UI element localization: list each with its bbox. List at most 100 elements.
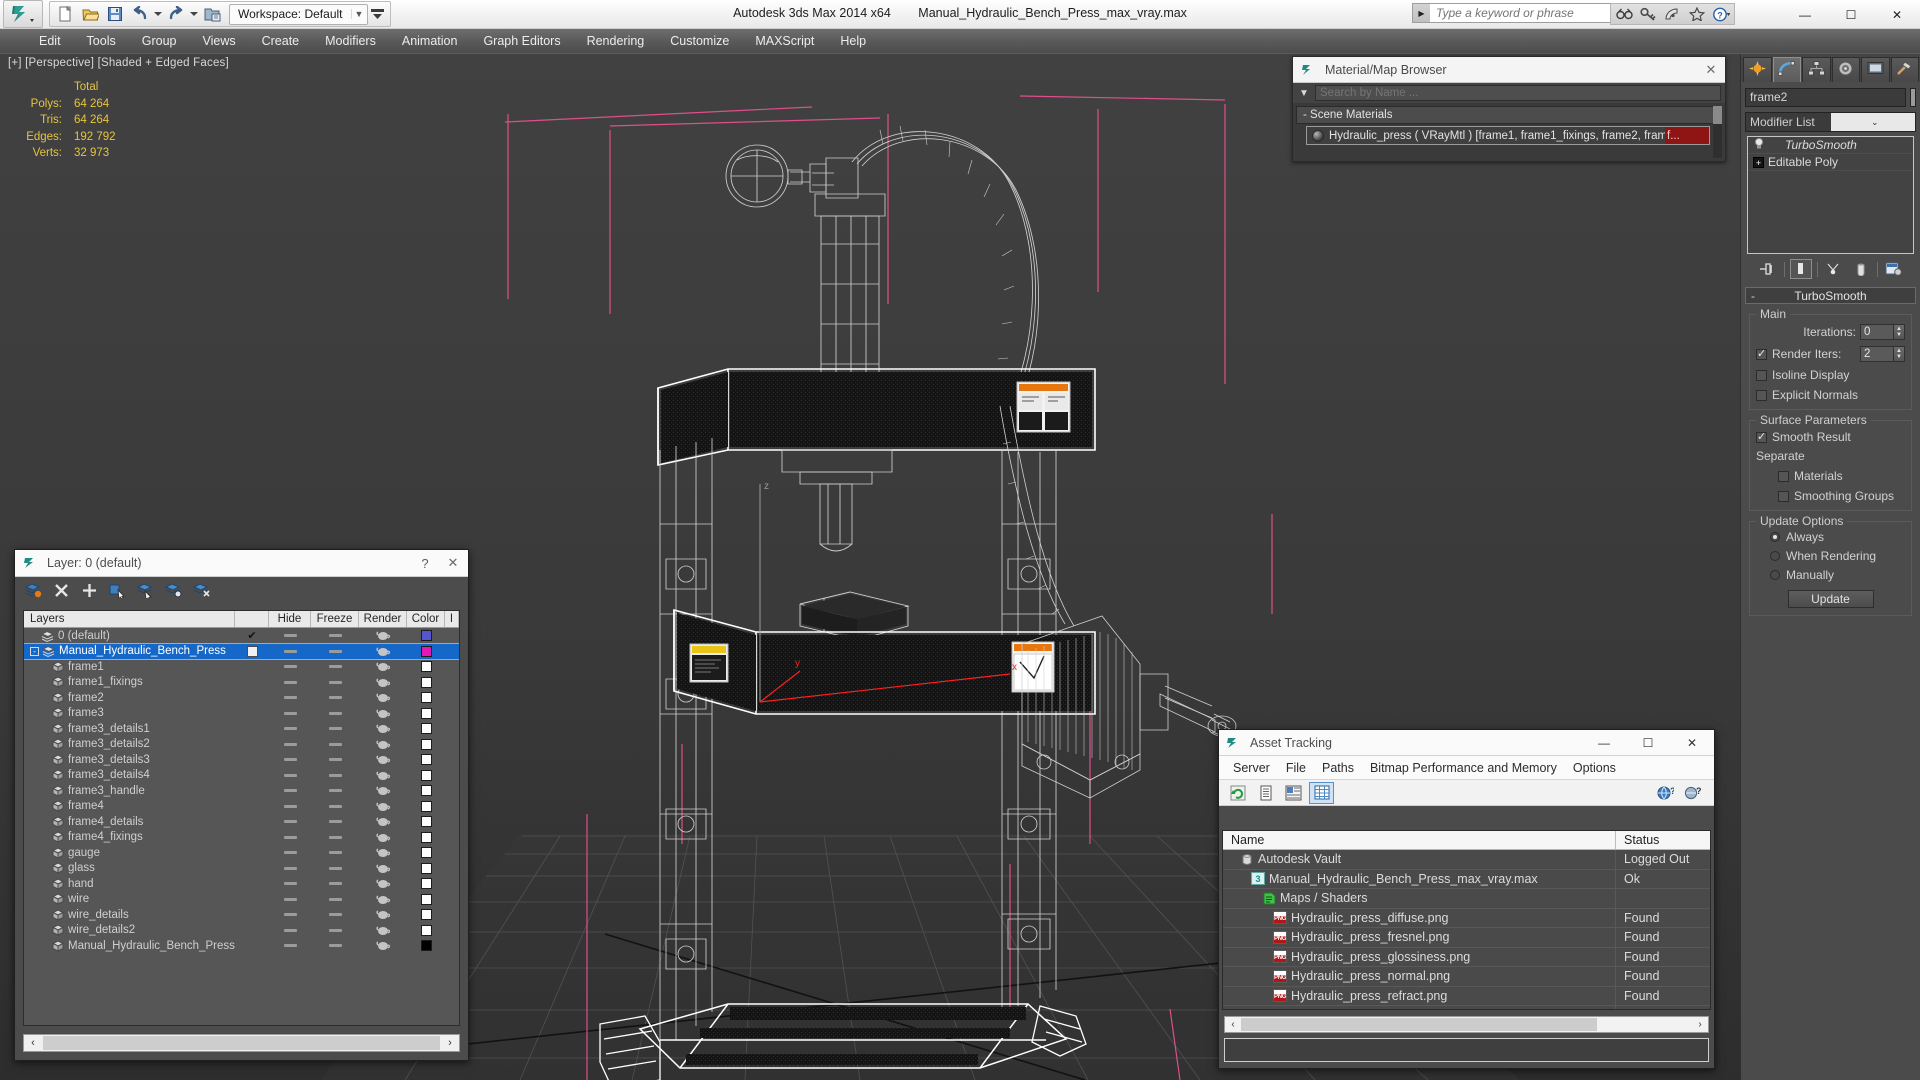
layer-hide-cell[interactable] xyxy=(269,727,311,731)
isoline-display-checkbox[interactable]: Isoline Display xyxy=(1756,368,1905,382)
color-swatch[interactable] xyxy=(420,909,432,921)
layer-hide-cell[interactable] xyxy=(269,696,311,700)
layer-hide-cell[interactable] xyxy=(269,742,311,746)
satellite-dish-icon[interactable] xyxy=(1661,5,1684,24)
layer-row-name-cell[interactable]: gauge xyxy=(24,847,235,859)
globe-help-icon[interactable]: ? xyxy=(1652,782,1677,804)
layer-row-name-cell[interactable]: frame3_handle xyxy=(24,785,235,797)
radio-icon[interactable] xyxy=(1770,532,1780,542)
color-swatch[interactable] xyxy=(420,800,432,812)
layer-freeze-cell[interactable] xyxy=(311,634,359,638)
layer-row[interactable]: 0 (default) ✔ xyxy=(24,628,459,644)
layer-hide-cell[interactable] xyxy=(269,851,311,855)
display-tab[interactable] xyxy=(1861,57,1890,82)
asset-name-cell[interactable]: PNG Hydraulic_press_glossiness.png xyxy=(1223,947,1616,966)
grid-view-icon[interactable] xyxy=(1309,781,1334,804)
spinner-arrows-icon[interactable]: ▲ ▼ xyxy=(1894,324,1905,340)
layer-freeze-cell[interactable] xyxy=(311,944,359,948)
asset-name-cell[interactable]: Autodesk Vault xyxy=(1223,850,1616,869)
workspace-selector[interactable]: Workspace: Default ▼ xyxy=(229,3,368,25)
filter-funnel-icon[interactable]: ▼ xyxy=(1293,88,1315,99)
configure-modifier-sets-icon[interactable] xyxy=(1883,259,1905,279)
layer-row-name-cell[interactable]: glass xyxy=(24,862,235,874)
update-option-when-rendering[interactable]: When Rendering xyxy=(1756,549,1905,563)
material-search-input[interactable] xyxy=(1315,85,1721,101)
layer-freeze-cell[interactable] xyxy=(311,913,359,917)
menu-item-edit[interactable]: Edit xyxy=(26,29,74,53)
layer-color-cell[interactable] xyxy=(407,754,445,766)
menu-item-views[interactable]: Views xyxy=(189,29,248,53)
iterations-input[interactable] xyxy=(1860,324,1894,340)
layer-row-name-cell[interactable]: frame3 xyxy=(24,707,235,719)
render-iters-input[interactable] xyxy=(1860,346,1894,362)
query-asset-icon[interactable]: ? xyxy=(1680,782,1705,804)
modifier-stack-row[interactable]: TurboSmooth xyxy=(1748,137,1913,154)
application-menu-button[interactable] xyxy=(3,0,43,28)
layer-hide-cell[interactable] xyxy=(269,804,311,808)
pin-stack-icon[interactable] xyxy=(1757,259,1779,279)
redo-dropdown-icon[interactable] xyxy=(189,3,199,25)
layer-render-cell[interactable] xyxy=(359,739,407,750)
layer-freeze-cell[interactable] xyxy=(311,696,359,700)
expand-plus-icon[interactable]: + xyxy=(1753,156,1764,168)
color-swatch[interactable] xyxy=(420,738,432,750)
layer-color-cell[interactable] xyxy=(407,676,445,688)
layer-row[interactable]: wire xyxy=(24,892,459,908)
asset-name-cell[interactable]: PNG Hydraulic_press_fresnel.png xyxy=(1223,928,1616,947)
asset-tracking-window[interactable]: Asset Tracking — ☐ ✕ Server File Paths Bitm… xyxy=(1218,729,1715,1069)
layer-render-cell[interactable] xyxy=(359,940,407,951)
layer-freeze-cell[interactable] xyxy=(311,742,359,746)
help-question-icon[interactable]: ? xyxy=(1709,5,1732,24)
layer-row-name-cell[interactable]: frame4_details xyxy=(24,816,235,828)
qat-customize-icon[interactable] xyxy=(369,3,387,25)
color-swatch[interactable] xyxy=(420,785,432,797)
layer-column-header-i[interactable]: I xyxy=(445,611,459,627)
layer-row[interactable]: frame3_details4 xyxy=(24,768,459,784)
checkbox-icon[interactable] xyxy=(246,645,258,657)
expand-collapse-icon[interactable]: - xyxy=(30,646,39,656)
layer-render-cell[interactable] xyxy=(359,646,407,657)
highlight-selected-objects-icon[interactable] xyxy=(163,580,183,600)
modifier-stack-row[interactable]: + Editable Poly xyxy=(1748,154,1913,171)
remove-modifier-icon[interactable] xyxy=(1850,259,1872,279)
checkbox-icon[interactable] xyxy=(1756,347,1767,360)
make-unique-icon[interactable] xyxy=(1823,259,1845,279)
checkbox-icon[interactable] xyxy=(1756,369,1767,381)
layer-hide-cell[interactable] xyxy=(269,882,311,886)
materials-checkbox[interactable]: Materials xyxy=(1756,469,1905,483)
chevron-down-icon[interactable]: ⌄ xyxy=(1830,113,1915,131)
color-swatch[interactable] xyxy=(420,692,432,704)
layer-row[interactable]: frame3_details3 xyxy=(24,752,459,768)
color-swatch[interactable] xyxy=(420,754,432,766)
layer-color-cell[interactable] xyxy=(407,785,445,797)
layer-row[interactable]: frame3_details1 xyxy=(24,721,459,737)
layer-render-cell[interactable] xyxy=(359,723,407,734)
layer-row-name-cell[interactable]: wire_details2 xyxy=(24,924,235,936)
layer-color-cell[interactable] xyxy=(407,878,445,890)
scroll-thumb[interactable] xyxy=(1241,1018,1597,1031)
layer-row[interactable]: frame3_details2 xyxy=(24,737,459,753)
color-swatch[interactable] xyxy=(420,723,432,735)
layer-row[interactable]: frame3_handle xyxy=(24,783,459,799)
close-button[interactable]: ✕ xyxy=(1670,730,1714,755)
asset-menu-server[interactable]: Server xyxy=(1225,757,1278,779)
asset-row[interactable]: PNG Hydraulic_press_diffuse.png Found xyxy=(1223,908,1710,928)
layer-row-name-cell[interactable]: frame4 xyxy=(24,800,235,812)
menu-item-animation[interactable]: Animation xyxy=(389,29,471,53)
hide-unhide-layer-icon[interactable] xyxy=(191,580,211,600)
layer-render-cell[interactable] xyxy=(359,692,407,703)
create-tab[interactable] xyxy=(1743,57,1772,82)
close-button[interactable]: ✕ xyxy=(1874,0,1920,29)
minimize-button[interactable]: — xyxy=(1582,730,1626,755)
layer-row-name-cell[interactable]: - Manual_Hydraulic_Bench_Press xyxy=(24,645,235,658)
menu-item-rendering[interactable]: Rendering xyxy=(574,29,658,53)
material-map-browser[interactable]: Material/Map Browser ✕ ▼ - Scene Materia… xyxy=(1292,56,1726,162)
new-file-icon[interactable] xyxy=(53,3,77,25)
layer-table-rows[interactable]: 0 (default) ✔ - Manual_Hydraulic_Bench_Pres… xyxy=(24,628,459,1025)
color-swatch[interactable] xyxy=(420,645,432,657)
layer-row[interactable]: frame1_fixings xyxy=(24,675,459,691)
layer-row-name-cell[interactable]: frame4_fixings xyxy=(24,831,235,843)
delete-layer-icon[interactable] xyxy=(51,580,71,600)
layer-row-name-cell[interactable]: frame3_details4 xyxy=(24,769,235,781)
key-icon[interactable] xyxy=(1637,5,1660,24)
